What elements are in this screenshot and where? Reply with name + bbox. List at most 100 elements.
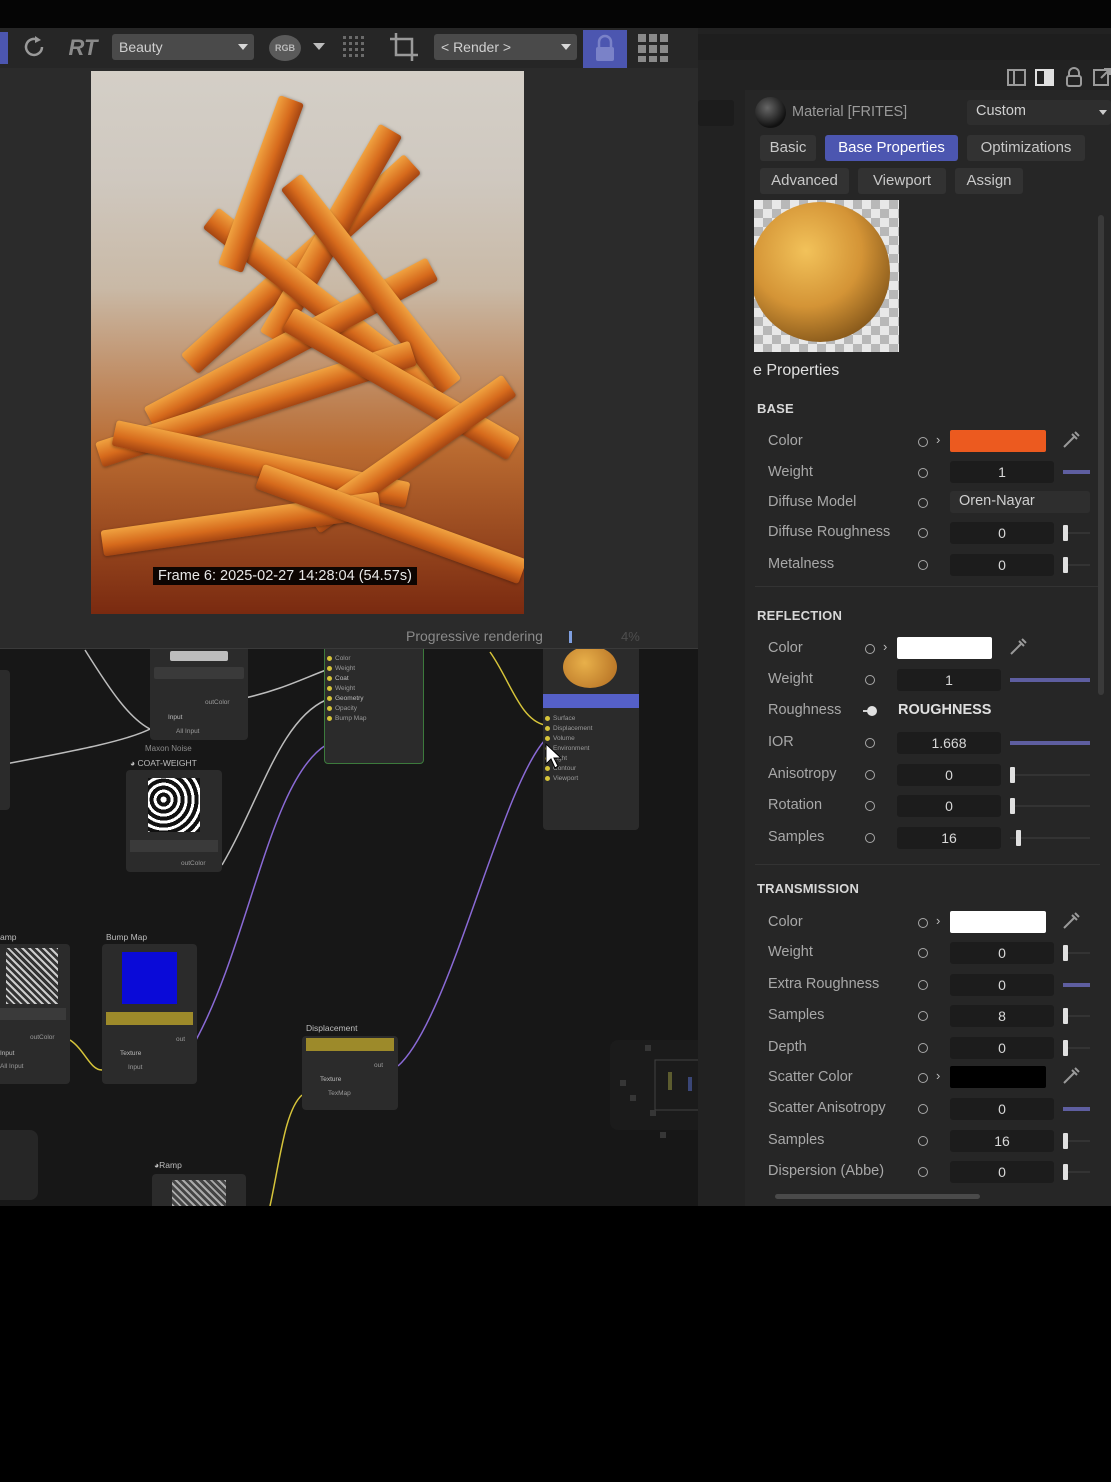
diffuse-roughness-slider[interactable] <box>1063 525 1090 541</box>
apps-icon[interactable] <box>636 32 672 64</box>
anisotropy-slider[interactable] <box>1010 767 1090 783</box>
reflection-color-swatch[interactable] <box>897 637 992 659</box>
layout-icon[interactable] <box>1006 68 1028 88</box>
metalness-slider[interactable] <box>1063 557 1090 573</box>
reflection-samples-slider[interactable] <box>1010 830 1090 846</box>
refresh-icon[interactable] <box>20 33 48 61</box>
node-noise-top[interactable]: outColor Input All Input <box>150 645 248 740</box>
ior-keyframe[interactable] <box>865 738 875 748</box>
rotation-keyframe[interactable] <box>865 801 875 811</box>
transmission-samples2-slider[interactable] <box>1063 1133 1090 1149</box>
scatter-anisotropy-keyframe[interactable] <box>918 1104 928 1114</box>
node-partial-left[interactable] <box>0 670 10 810</box>
transmission-weight-field[interactable]: 0 <box>950 942 1054 964</box>
node-ramp-bottom[interactable] <box>152 1174 246 1206</box>
depth-keyframe[interactable] <box>918 1043 928 1053</box>
rt-button[interactable]: RT <box>64 34 102 62</box>
base-color-swatch[interactable] <box>950 430 1046 452</box>
node-ramp-left[interactable]: outColor Input All Input <box>0 944 70 1084</box>
popout-icon[interactable] <box>1092 66 1111 88</box>
extra-roughness-slider[interactable] <box>1063 983 1090 987</box>
transmission-weight-keyframe[interactable] <box>918 948 928 958</box>
scatter-color-keyframe[interactable] <box>918 1073 928 1083</box>
reflection-color-chevron-icon[interactable]: › <box>883 639 887 654</box>
metalness-field[interactable]: 0 <box>950 554 1054 576</box>
base-weight-field[interactable]: 1 <box>950 461 1054 483</box>
rgb-button[interactable]: RGB <box>268 34 302 62</box>
diffuse-model-keyframe[interactable] <box>918 498 928 508</box>
reflection-samples-field[interactable]: 16 <box>897 827 1001 849</box>
scatter-color-chevron-icon[interactable]: › <box>936 1068 940 1083</box>
eyedropper-icon-2[interactable] <box>1007 636 1029 658</box>
reflection-weight-field[interactable]: 1 <box>897 669 1001 691</box>
transmission-samples2-field[interactable]: 16 <box>950 1130 1054 1152</box>
pin-icon[interactable] <box>1064 66 1084 88</box>
eyedropper-icon-3[interactable] <box>1060 910 1082 932</box>
diffuse-roughness-keyframe[interactable] <box>918 528 928 538</box>
base-color-chevron-icon[interactable]: › <box>936 432 940 447</box>
node-bump-map[interactable]: out Texture Input <box>102 944 197 1084</box>
node-editor[interactable]: outColor Input All Input Color Weight Co… <box>0 640 745 1206</box>
transmission-samples-keyframe[interactable] <box>918 1011 928 1021</box>
eyedropper-icon[interactable] <box>1060 429 1082 451</box>
node-output[interactable]: Surface Displacement Volume Environment … <box>543 640 639 830</box>
ior-slider[interactable] <box>1010 741 1090 745</box>
depth-field[interactable]: 0 <box>950 1037 1054 1059</box>
depth-slider[interactable] <box>1063 1040 1090 1056</box>
rotation-slider[interactable] <box>1010 798 1090 814</box>
anisotropy-field[interactable]: 0 <box>897 764 1001 786</box>
roughness-link[interactable]: ROUGHNESS <box>898 702 991 718</box>
tab-optimizations[interactable]: Optimizations <box>967 135 1085 161</box>
tab-viewport[interactable]: Viewport <box>858 168 946 194</box>
base-color-keyframe[interactable] <box>918 437 928 447</box>
reflection-samples-keyframe[interactable] <box>865 833 875 843</box>
transmission-samples-field[interactable]: 8 <box>950 1005 1054 1027</box>
transmission-color-keyframe[interactable] <box>918 918 928 928</box>
rgb-chevron-down-icon[interactable] <box>313 43 325 50</box>
transmission-color-swatch[interactable] <box>950 911 1046 933</box>
reflection-weight-keyframe[interactable] <box>865 675 875 685</box>
anisotropy-keyframe[interactable] <box>865 770 875 780</box>
roughness-connected-icon[interactable] <box>863 706 877 716</box>
eyedropper-icon-4[interactable] <box>1060 1065 1082 1087</box>
pass-dropdown[interactable]: Beauty <box>112 34 254 60</box>
diffuse-model-dropdown[interactable]: Oren-Nayar <box>950 491 1090 513</box>
dispersion-field[interactable]: 0 <box>950 1161 1054 1183</box>
tab-base-properties[interactable]: Base Properties <box>825 135 958 161</box>
base-weight-keyframe[interactable] <box>918 468 928 478</box>
transmission-samples-slider[interactable] <box>1063 1008 1090 1024</box>
diffuse-roughness-field[interactable]: 0 <box>950 522 1054 544</box>
lock-button[interactable] <box>583 30 627 68</box>
transmission-samples2-keyframe[interactable] <box>918 1136 928 1146</box>
transmission-color-chevron-icon[interactable]: › <box>936 913 940 928</box>
scatter-anisotropy-slider[interactable] <box>1063 1107 1090 1111</box>
tab-basic[interactable]: Basic <box>760 135 816 161</box>
scatter-anisotropy-field[interactable]: 0 <box>950 1098 1054 1120</box>
reflection-weight-slider[interactable] <box>1010 678 1090 682</box>
node-coat-weight[interactable]: outColor <box>126 770 222 872</box>
node-material[interactable]: Color Weight Coat Weight Geometry Opacit… <box>324 640 424 764</box>
node-partial-bottom[interactable] <box>0 1130 38 1200</box>
ior-field[interactable]: 1.668 <box>897 732 1001 754</box>
dispersion-keyframe[interactable] <box>918 1167 928 1177</box>
toolbar-edge-button[interactable] <box>0 32 8 64</box>
crop-icon[interactable] <box>388 31 422 63</box>
reflection-color-keyframe[interactable] <box>865 644 875 654</box>
horizontal-scrollbar[interactable] <box>775 1194 980 1199</box>
extra-roughness-keyframe[interactable] <box>918 980 928 990</box>
extra-roughness-field[interactable]: 0 <box>950 974 1054 996</box>
dispersion-slider[interactable] <box>1063 1164 1090 1180</box>
base-weight-slider[interactable] <box>1063 470 1090 474</box>
preset-dropdown[interactable]: Custom <box>967 100 1111 125</box>
metalness-keyframe[interactable] <box>918 560 928 570</box>
scatter-color-swatch[interactable] <box>950 1066 1046 1088</box>
tab-advanced[interactable]: Advanced <box>760 168 849 194</box>
transmission-weight-slider[interactable] <box>1063 945 1090 961</box>
grid-icon[interactable] <box>340 33 370 61</box>
node-displacement[interactable]: out Texture TexMap <box>302 1036 398 1110</box>
panel-icon[interactable] <box>1034 68 1056 88</box>
rotation-field[interactable]: 0 <box>897 795 1001 817</box>
tab-assign[interactable]: Assign <box>955 168 1023 194</box>
vertical-scrollbar[interactable] <box>1098 215 1104 695</box>
render-dropdown[interactable]: < Render > <box>434 34 577 60</box>
